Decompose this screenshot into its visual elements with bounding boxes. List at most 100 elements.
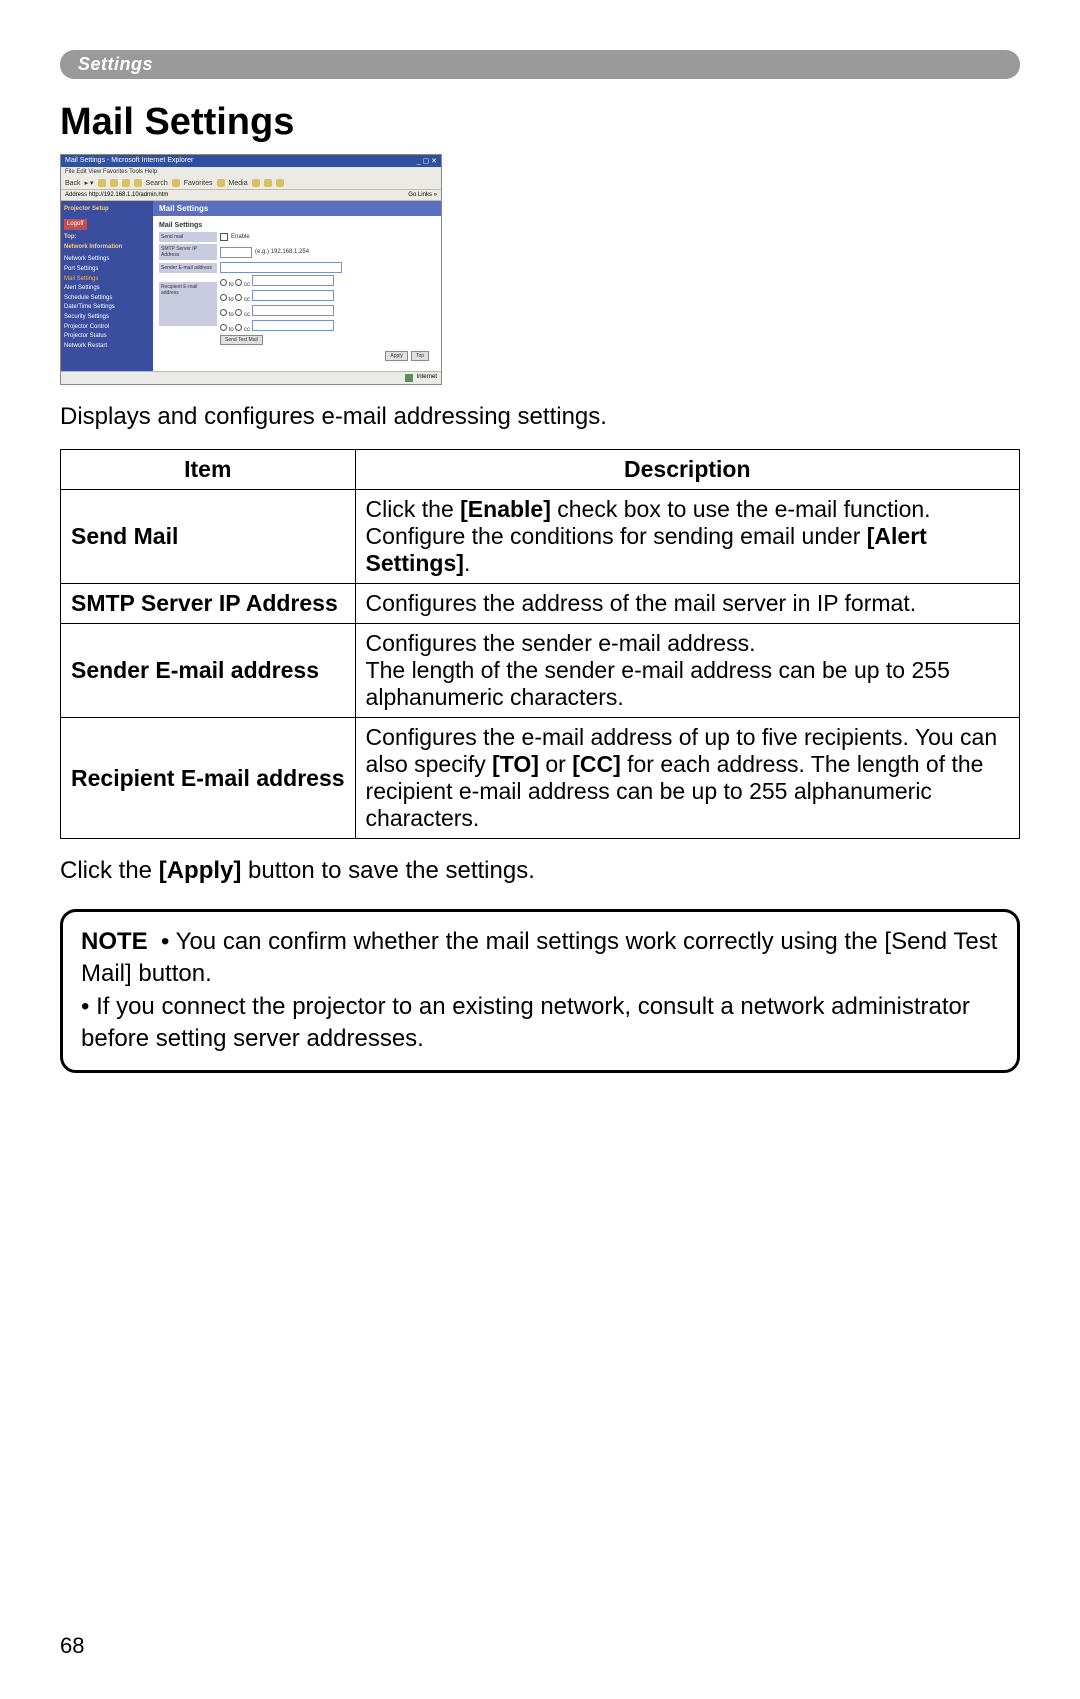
text: .: [464, 550, 470, 576]
item-recipient: Recipient E-mail address: [61, 718, 356, 839]
sidebar-network-info: Network Information: [64, 243, 150, 253]
page-number: 68: [60, 1633, 1020, 1659]
sidebar-item: Projector Status: [64, 332, 150, 342]
enable-label: Enable: [231, 234, 250, 240]
cc-label: cc: [244, 312, 250, 318]
note-bullet-1: • You can confirm whether the mail setti…: [81, 928, 997, 987]
row-recipient: Recipient E-mail address: [159, 282, 217, 326]
top-button: Top: [411, 351, 429, 361]
status-text: Internet: [417, 374, 437, 382]
cc-label: cc: [244, 327, 250, 333]
bold: [Apply]: [159, 857, 242, 884]
to-label: to: [229, 297, 234, 303]
th-item: Item: [61, 450, 356, 490]
to-radio: [220, 279, 227, 286]
sender-input: [220, 262, 342, 273]
main-panel: Mail Settings Mail Settings Send mail En…: [153, 201, 441, 371]
sidebar-item: Alert Settings: [64, 284, 150, 294]
th-desc: Description: [355, 450, 1019, 490]
sidebar-item: Port Settings: [64, 265, 150, 275]
media-icon: [217, 179, 225, 187]
desc-sender: Configures the sender e-mail address. Th…: [355, 624, 1019, 718]
recipient-input: [252, 320, 334, 331]
cc-label: cc: [244, 297, 250, 303]
smtp-input: [220, 247, 252, 258]
cc-radio: [235, 324, 242, 331]
history-icon: [252, 179, 260, 187]
sidebar-item: Projector Control: [64, 323, 150, 333]
apply-line: Click the [Apply] button to save the set…: [60, 857, 1020, 885]
recipient-input: [252, 290, 334, 301]
sidebar-item: Mail Settings: [64, 275, 150, 285]
item-smtp: SMTP Server IP Address: [61, 584, 356, 624]
search-label: Search: [146, 180, 168, 187]
sidebar-top: Top:: [64, 233, 150, 243]
bold: [Enable]: [460, 496, 551, 522]
section-title: Mail Settings: [159, 222, 435, 229]
window-controls: _ ▢ ✕: [417, 157, 437, 165]
address-label: Address: [65, 192, 87, 198]
item-send-mail: Send Mail: [61, 490, 356, 584]
desc-smtp: Configures the address of the mail serve…: [355, 584, 1019, 624]
search-icon: [134, 179, 142, 187]
page-title: Mail Settings: [60, 101, 1020, 144]
row-sender: Sender E-mail address: [159, 263, 217, 273]
cc-radio: [235, 279, 242, 286]
to-label: to: [229, 312, 234, 318]
status-bar: Internet: [61, 371, 441, 384]
to-radio: [220, 324, 227, 331]
favorites-icon: [172, 179, 180, 187]
note-box: NOTE • You can confirm whether the mail …: [60, 909, 1020, 1073]
sidebar-item: Security Settings: [64, 313, 150, 323]
menubar: File Edit View Favorites Tools Help: [61, 167, 441, 177]
item-sender: Sender E-mail address: [61, 624, 356, 718]
address-bar: Address http://192.168.1.10/admin.htm Go…: [61, 190, 441, 201]
go-label: Go: [408, 192, 416, 198]
to-label: to: [229, 282, 234, 288]
smtp-hint: (e.g.) 192.168.1.254: [255, 249, 309, 255]
home-icon: [122, 179, 130, 187]
logoff-button: Logoff: [64, 219, 87, 231]
cc-radio: [235, 309, 242, 316]
to-radio: [220, 309, 227, 316]
stop-icon: [98, 179, 106, 187]
section-banner: Settings: [60, 50, 1020, 79]
to-label: to: [229, 327, 234, 333]
media-label: Media: [229, 180, 248, 187]
desc-send-mail: Click the [Enable] check box to use the …: [355, 490, 1019, 584]
sidebar-item: Network Restart: [64, 342, 150, 352]
send-test-button: Send Test Mail: [220, 335, 263, 345]
intro-text: Displays and configures e-mail addressin…: [60, 403, 1020, 431]
banner-label: Settings: [78, 54, 153, 74]
to-radio: [220, 294, 227, 301]
favorites-label: Favorites: [184, 180, 213, 187]
sidebar-title: Projector Setup: [64, 205, 150, 215]
back-label: Back: [65, 180, 81, 187]
text: button to save the settings.: [241, 857, 535, 884]
window-title: Mail Settings - Microsoft Internet Explo…: [65, 157, 193, 165]
row-send-mail: Send mail: [159, 232, 217, 242]
settings-table: Item Description Send Mail Click the [En…: [60, 449, 1020, 839]
text: or: [539, 751, 572, 777]
enable-checkbox: [220, 233, 228, 241]
bold: [CC]: [572, 751, 621, 777]
text: Click the: [366, 496, 461, 522]
address-value: http://192.168.1.10/admin.htm: [89, 192, 169, 198]
toolbar: Back ▸ ▾ Search Favorites Media: [61, 177, 441, 190]
sidebar-item: Schedule Settings: [64, 294, 150, 304]
print-icon: [276, 179, 284, 187]
note-bullet-2: • If you connect the projector to an exi…: [81, 993, 970, 1052]
apply-button: Apply: [385, 351, 408, 361]
main-header: Mail Settings: [153, 201, 441, 216]
recipient-input: [252, 305, 334, 316]
embedded-screenshot: Mail Settings - Microsoft Internet Explo…: [60, 154, 442, 385]
cc-radio: [235, 294, 242, 301]
sidebar: Projector Setup Logoff Top: Network Info…: [61, 201, 153, 371]
note-label: NOTE: [81, 928, 148, 955]
recipient-input: [252, 275, 334, 286]
cc-label: cc: [244, 282, 250, 288]
row-smtp: SMTP Server IP Address: [159, 244, 217, 260]
zone-icon: [405, 374, 413, 382]
mail-icon: [264, 179, 272, 187]
bold: [TO]: [492, 751, 539, 777]
